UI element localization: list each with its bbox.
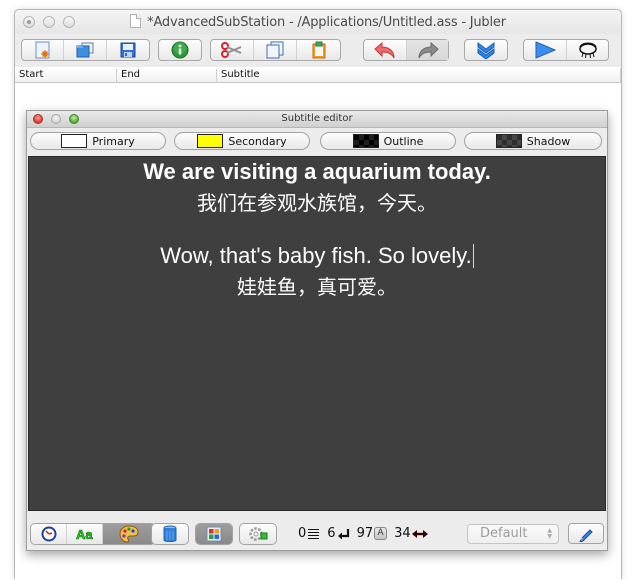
main-toolbar xyxy=(15,37,621,67)
font-aa-icon: Aa xyxy=(75,527,93,541)
subtitle-editor-window: Subtitle editor Primary Secondary Outlin… xyxy=(26,110,608,551)
media-button-group xyxy=(523,39,609,61)
subtitle-line-1: We are visiting a aquarium today. xyxy=(143,159,491,184)
new-file-icon xyxy=(35,41,50,59)
outline-color-label: Outline xyxy=(383,134,424,148)
editor-title-bar[interactable]: Subtitle editor xyxy=(27,111,607,128)
text-caret xyxy=(472,244,474,268)
paste-icon xyxy=(312,41,325,59)
clock-icon xyxy=(41,526,56,542)
editor-mode-group: Aa xyxy=(30,523,156,545)
text-stats: 0 6 97 A 34 xyxy=(298,526,435,541)
timing-mode-button[interactable] xyxy=(31,524,67,544)
color-mode-button[interactable] xyxy=(103,524,155,544)
outline-color-swatch xyxy=(352,134,379,148)
settings-button[interactable] xyxy=(240,524,276,544)
lines-icon xyxy=(308,528,320,539)
play-button[interactable] xyxy=(524,40,567,60)
subtitle-line-3-text: Wow, that's baby fish. So lovely. xyxy=(160,243,472,268)
return-arrow-icon xyxy=(337,528,349,539)
settings-button-group xyxy=(239,523,277,545)
font-mode-button[interactable]: Aa xyxy=(67,524,103,544)
color-buttons-row: Primary Secondary Outline Shadow xyxy=(27,131,607,153)
char-count-stat: 97 A xyxy=(357,526,388,541)
redo-button[interactable] xyxy=(407,40,448,60)
play-icon xyxy=(535,41,557,59)
file-button-group xyxy=(21,39,150,61)
shadow-color-label: Shadow xyxy=(526,134,571,148)
paste-button[interactable] xyxy=(297,40,340,60)
table-header: Start End Subtitle xyxy=(15,67,621,83)
svg-text:Aa: Aa xyxy=(76,527,93,541)
width-value: 34 xyxy=(394,526,411,541)
new-button[interactable] xyxy=(22,40,65,60)
header-divider xyxy=(620,68,621,82)
subtitle-line-2: 我们在参观水族馆，今天。 xyxy=(197,191,437,215)
column-header-subtitle[interactable]: Subtitle xyxy=(216,69,260,82)
cut-icon xyxy=(221,42,242,58)
trash-button[interactable] xyxy=(152,524,188,544)
history-button-group xyxy=(363,39,449,61)
join-button-group xyxy=(464,39,508,61)
column-header-start[interactable]: Start xyxy=(15,69,43,82)
edit-button-group xyxy=(210,39,341,61)
width-stat: 34 xyxy=(394,526,428,541)
copy-icon xyxy=(266,41,284,59)
undo-button[interactable] xyxy=(364,40,407,60)
delete-button-group xyxy=(151,523,189,545)
cut-button[interactable] xyxy=(211,40,254,60)
shadow-color-swatch xyxy=(495,134,522,148)
newline-count-stat: 6 xyxy=(327,526,349,541)
char-count-value: 97 xyxy=(356,526,374,541)
width-arrow-icon xyxy=(411,529,428,538)
edit-style-button[interactable] xyxy=(568,523,604,544)
line-count-value: 0 xyxy=(298,526,307,541)
secondary-color-label: Secondary xyxy=(228,134,287,148)
info-button[interactable] xyxy=(159,40,201,60)
secondary-color-swatch xyxy=(197,134,224,148)
save-button[interactable] xyxy=(107,40,149,60)
document-icon xyxy=(130,14,142,28)
copy-button[interactable] xyxy=(254,40,297,60)
join-button[interactable] xyxy=(465,40,507,60)
info-icon xyxy=(171,41,189,59)
shadow-color-button[interactable]: Shadow xyxy=(464,132,602,150)
open-file-icon xyxy=(76,42,94,58)
primary-color-button[interactable]: Primary xyxy=(30,132,166,150)
trash-icon xyxy=(163,525,177,542)
outline-color-button[interactable]: Outline xyxy=(320,132,456,150)
grid-preview-icon xyxy=(206,526,222,542)
undo-icon xyxy=(374,41,395,59)
preview-toggle-button[interactable] xyxy=(196,524,232,544)
primary-color-swatch xyxy=(61,134,88,148)
save-icon xyxy=(120,42,136,58)
subtitle-line-4: 娃娃鱼，真可爱。 xyxy=(237,275,397,299)
line-count-stat: 0 xyxy=(298,526,320,541)
pencil-icon xyxy=(579,528,593,542)
editor-bottom-bar: Aa 0 6 97 A 34 Default ▲ ▼ xyxy=(27,515,607,551)
column-header-end[interactable]: End xyxy=(116,69,140,82)
style-select-value: Default xyxy=(480,526,528,541)
preview-button[interactable] xyxy=(567,40,608,60)
editor-title: Subtitle editor xyxy=(281,113,353,124)
gear-lock-icon xyxy=(249,527,268,541)
join-down-icon xyxy=(477,42,495,59)
primary-color-label: Primary xyxy=(92,134,135,148)
preview-eye-icon xyxy=(578,42,597,59)
palette-icon xyxy=(119,525,139,543)
window-title: *AdvancedSubStation - /Applications/Unti… xyxy=(15,14,621,30)
subtitle-line-3: Wow, that's baby fish. So lovely. xyxy=(29,243,605,269)
redo-icon xyxy=(418,41,439,59)
open-button[interactable] xyxy=(64,40,107,60)
characters-icon: A xyxy=(374,527,388,540)
preview-toggle-group xyxy=(195,523,233,545)
subtitle-text-area[interactable]: We are visiting a aquarium today. 我们在参观水… xyxy=(28,156,606,511)
style-select[interactable]: Default ▲ ▼ xyxy=(467,524,559,544)
title-bar[interactable]: *AdvancedSubStation - /Applications/Unti… xyxy=(15,10,621,34)
secondary-color-button[interactable]: Secondary xyxy=(174,132,310,150)
select-arrows-icon: ▲ ▼ xyxy=(547,527,552,540)
newline-count-value: 6 xyxy=(327,526,336,541)
window-title-text: *AdvancedSubStation - /Applications/Unti… xyxy=(147,15,506,30)
info-button-group xyxy=(158,39,202,61)
